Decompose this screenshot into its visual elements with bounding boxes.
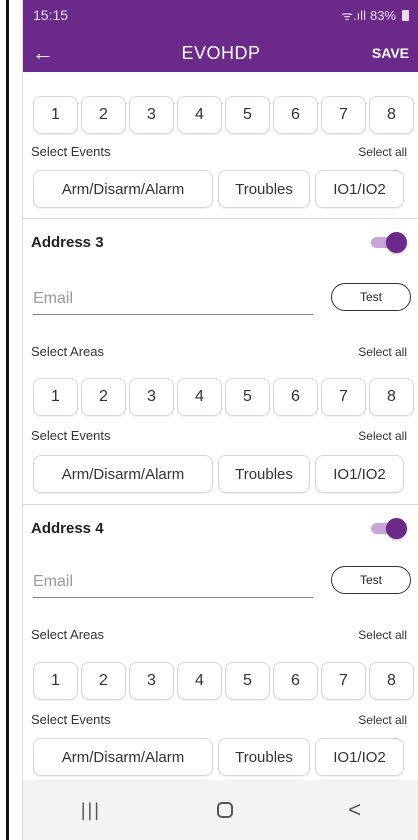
page-title: EVOHDP <box>181 42 261 63</box>
address-4-title: Address 4 <box>31 519 104 537</box>
select-areas-label: Select Areas <box>31 627 104 642</box>
home-icon[interactable] <box>216 802 233 818</box>
area-button[interactable]: 3 <box>129 378 174 416</box>
select-all-events-link[interactable]: Select all <box>358 429 407 443</box>
area-button[interactable]: 4 <box>177 662 222 700</box>
back-arrow-icon[interactable]: ← <box>23 42 63 64</box>
event-button-troubles[interactable]: Troubles <box>218 170 310 208</box>
address-3-area-buttons: 1 2 3 4 5 6 7 8 <box>33 378 418 416</box>
event-button-io[interactable]: IO1/IO2 <box>315 170 404 208</box>
address-3-select-events-row: Select Events Select all <box>31 428 407 443</box>
address-4-area-buttons: 1 2 3 4 5 6 7 8 <box>33 662 418 700</box>
area-button[interactable]: 5 <box>225 378 270 416</box>
area-button[interactable]: 6 <box>273 662 318 700</box>
select-events-label: Select Events <box>31 428 111 443</box>
address-3-toggle[interactable] <box>371 232 407 253</box>
battery-percent: 83% <box>369 7 396 23</box>
event-button-troubles[interactable]: Troubles <box>218 455 310 493</box>
select-events-row: Select Events Select all <box>31 144 407 159</box>
area-button[interactable]: 3 <box>129 662 174 700</box>
save-button[interactable]: SAVE <box>359 45 418 61</box>
app-bar: 15:15 ᯤ.ıll 83% ← EVOHDP SAVE <box>23 0 418 72</box>
area-button[interactable]: 8 <box>369 378 414 416</box>
event-buttons-row: Arm/Disarm/Alarm Troubles IO1/IO2 <box>33 170 409 208</box>
area-button[interactable]: 1 <box>33 662 78 700</box>
section-divider <box>23 504 418 505</box>
address-4-email-input[interactable] <box>33 566 313 598</box>
area-button[interactable]: 2 <box>81 96 126 134</box>
area-button[interactable]: 1 <box>33 96 78 134</box>
event-button-io[interactable]: IO1/IO2 <box>315 738 404 776</box>
select-all-events-link[interactable]: Select all <box>358 713 407 727</box>
status-bar: 15:15 ᯤ.ıll 83% <box>33 6 409 24</box>
area-button[interactable]: 4 <box>177 378 222 416</box>
select-events-label: Select Events <box>31 144 111 159</box>
phone-screen: 15:15 ᯤ.ıll 83% ← EVOHDP SAVE 1 2 3 4 5 … <box>22 0 418 840</box>
recents-icon[interactable]: ||| <box>81 800 101 821</box>
area-button[interactable]: 8 <box>369 96 414 134</box>
address-4-email-row: Test <box>33 566 411 600</box>
address-4-header: Address 4 <box>31 518 407 539</box>
address-3-header: Address 3 <box>31 232 407 253</box>
settings-content: 1 2 3 4 5 6 7 8 Select Events Select all… <box>23 72 418 780</box>
select-all-areas-link[interactable]: Select all <box>358 628 407 642</box>
address-3-email-row: Test <box>33 283 411 317</box>
address-4-event-buttons: Arm/Disarm/Alarm Troubles IO1/IO2 <box>33 738 409 776</box>
system-nav-bar: ||| < <box>23 780 418 840</box>
event-button-arm-disarm-alarm[interactable]: Arm/Disarm/Alarm <box>33 738 213 776</box>
select-all-areas-link[interactable]: Select all <box>358 345 407 359</box>
address-4-toggle[interactable] <box>371 518 407 539</box>
address-3-event-buttons: Arm/Disarm/Alarm Troubles IO1/IO2 <box>33 455 409 493</box>
area-button[interactable]: 6 <box>273 378 318 416</box>
event-button-arm-disarm-alarm[interactable]: Arm/Disarm/Alarm <box>33 455 213 493</box>
area-button[interactable]: 5 <box>225 662 270 700</box>
address-3-email-input[interactable] <box>33 283 313 315</box>
left-edge-strip <box>0 0 22 840</box>
section-divider <box>23 218 418 219</box>
toggle-knob <box>386 232 407 253</box>
select-areas-label: Select Areas <box>31 344 104 359</box>
toggle-knob <box>386 518 407 539</box>
area-button[interactable]: 2 <box>81 378 126 416</box>
area-button[interactable]: 8 <box>369 662 414 700</box>
select-events-label: Select Events <box>31 712 111 727</box>
area-button[interactable]: 7 <box>321 96 366 134</box>
status-indicators: ᯤ.ıll 83% <box>341 6 409 24</box>
edge-line <box>6 0 9 840</box>
area-button[interactable]: 7 <box>321 378 366 416</box>
address-3-select-areas-row: Select Areas Select all <box>31 344 407 359</box>
area-button[interactable]: 5 <box>225 96 270 134</box>
select-all-events-link[interactable]: Select all <box>358 145 407 159</box>
signal-icon: ᯤ.ıll <box>341 8 366 23</box>
event-button-troubles[interactable]: Troubles <box>218 738 310 776</box>
area-button[interactable]: 6 <box>273 96 318 134</box>
area-button[interactable]: 7 <box>321 662 366 700</box>
toolbar: ← EVOHDP SAVE <box>23 36 418 70</box>
area-button[interactable]: 4 <box>177 96 222 134</box>
address-4-select-events-row: Select Events Select all <box>31 712 407 727</box>
area-button[interactable]: 3 <box>129 96 174 134</box>
address-3-test-button[interactable]: Test <box>331 283 411 311</box>
area-button[interactable]: 2 <box>81 662 126 700</box>
area-button[interactable]: 1 <box>33 378 78 416</box>
event-button-arm-disarm-alarm[interactable]: Arm/Disarm/Alarm <box>33 170 213 208</box>
battery-icon <box>402 9 409 21</box>
status-time: 15:15 <box>33 7 69 23</box>
area-buttons-row: 1 2 3 4 5 6 7 8 <box>33 96 418 134</box>
address-4-select-areas-row: Select Areas Select all <box>31 627 407 642</box>
address-4-test-button[interactable]: Test <box>331 566 411 594</box>
event-button-io[interactable]: IO1/IO2 <box>315 455 404 493</box>
nav-back-icon[interactable]: < <box>348 797 361 823</box>
address-3-title: Address 3 <box>31 233 104 251</box>
